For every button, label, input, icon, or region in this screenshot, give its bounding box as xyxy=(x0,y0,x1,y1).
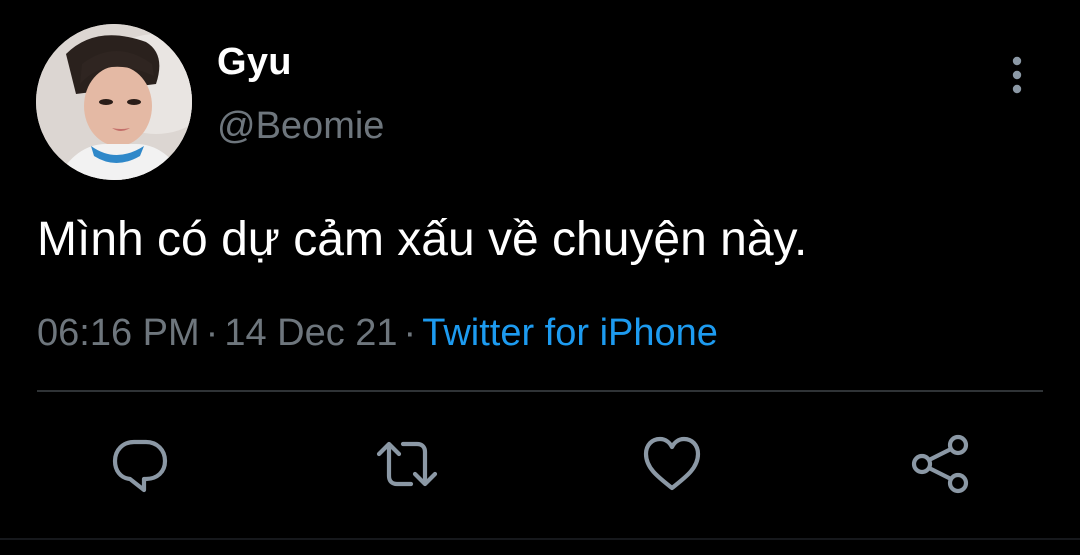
bottom-divider xyxy=(0,538,1080,540)
share-button[interactable] xyxy=(904,428,976,500)
more-vertical-icon xyxy=(1012,56,1022,94)
tweet-text: Mình có dự cảm xấu về chuyện này. xyxy=(37,213,808,266)
retweet-button[interactable] xyxy=(371,428,443,500)
tweet-meta: 06:16 PM · 14 Dec 21 · Twitter for iPhone xyxy=(37,310,718,356)
tweet-time: 06:16 PM xyxy=(37,312,200,354)
reply-button[interactable] xyxy=(104,428,176,500)
user-handle[interactable]: @Beomie xyxy=(217,104,384,148)
share-icon xyxy=(911,434,969,494)
tweet-date: 14 Dec 21 xyxy=(224,312,398,354)
divider xyxy=(37,390,1043,392)
meta-separator: · xyxy=(205,312,219,354)
meta-separator: · xyxy=(403,312,417,354)
like-button[interactable] xyxy=(636,428,708,500)
heart-icon xyxy=(643,436,701,491)
reply-icon xyxy=(112,439,168,493)
profile-photo xyxy=(36,24,192,180)
avatar[interactable] xyxy=(36,24,192,180)
retweet-icon xyxy=(376,441,438,487)
display-name[interactable]: Gyu xyxy=(217,40,292,84)
more-options-button[interactable] xyxy=(996,52,1038,98)
tweet-source-link[interactable]: Twitter for iPhone xyxy=(422,312,718,354)
